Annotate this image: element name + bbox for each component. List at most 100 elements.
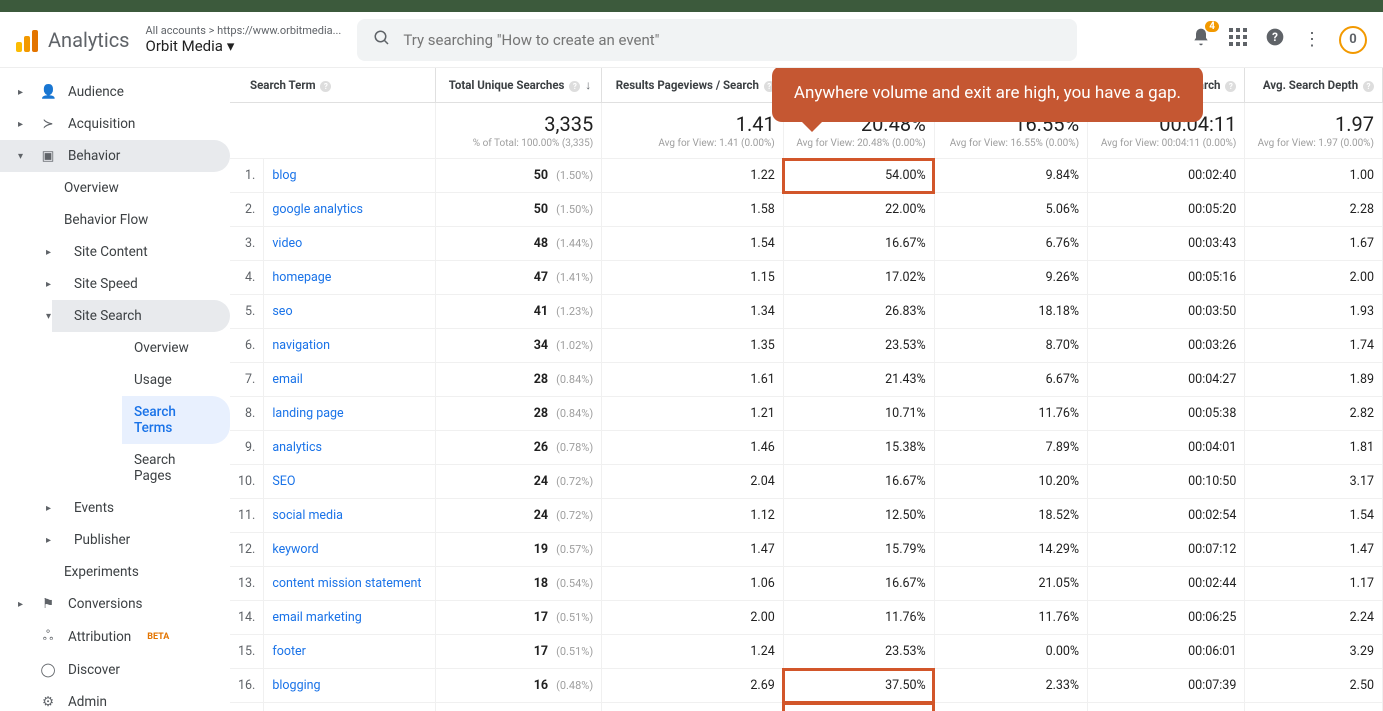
sidebar-item-discover[interactable]: ◯Discover <box>0 654 230 686</box>
cell-exits: 17.02% <box>783 261 934 295</box>
col-depth[interactable]: Avg. Search Depth ? <box>1245 68 1383 103</box>
notifications-icon[interactable]: 4 <box>1191 27 1211 52</box>
conversions-icon: ⚑ <box>40 596 56 612</box>
sidebar-item-acquisition[interactable]: ▸≻Acquisition <box>0 108 230 140</box>
analytics-logo-icon <box>16 28 40 52</box>
search-term-link[interactable]: blogging <box>264 669 435 703</box>
sidebar-sub-behavior-flow[interactable]: Behavior Flow <box>52 204 230 236</box>
search-term-link[interactable]: footer <box>264 635 435 669</box>
cell-pageviews: 1.21 <box>602 397 784 431</box>
cell-depth: 2.50 <box>1245 669 1383 703</box>
cell-exits: 15.79% <box>783 533 934 567</box>
search-term-link[interactable]: google analytics <box>264 193 435 227</box>
svg-text:?: ? <box>1272 30 1278 44</box>
discover-icon: ◯ <box>40 662 56 678</box>
sidebar-sub-site-search[interactable]: ▾Site Search <box>52 300 230 332</box>
search-term-link[interactable]: analytics <box>264 431 435 465</box>
cell-pageviews: 1.24 <box>602 635 784 669</box>
cell-time: 00:01:53 <box>1088 703 1245 711</box>
cell-pageviews: 1.58 <box>602 193 784 227</box>
cell-searches: 50(1.50%) <box>435 159 602 193</box>
sidebar-sub2-search-pages[interactable]: Search Pages <box>122 444 230 492</box>
logo[interactable]: Analytics <box>16 28 130 52</box>
cell-pageviews: 1.22 <box>602 159 784 193</box>
search-term-link[interactable]: video <box>264 227 435 261</box>
avatar[interactable]: 0 <box>1339 26 1367 54</box>
row-index: 14. <box>230 601 264 635</box>
sidebar-sub-events[interactable]: ▸Events <box>52 492 230 524</box>
cell-time: 00:10:50 <box>1088 465 1245 499</box>
row-index: 12. <box>230 533 264 567</box>
sidebar-sub-publisher[interactable]: ▸Publisher <box>52 524 230 556</box>
help-icon[interactable]: ? <box>1265 27 1285 52</box>
notification-badge: 4 <box>1205 21 1219 32</box>
search-term-link[interactable]: seo <box>264 295 435 329</box>
cell-refinements: 6.67% <box>934 363 1087 397</box>
cell-time: 00:05:16 <box>1088 261 1245 295</box>
search-term-link[interactable]: email marketing <box>264 601 435 635</box>
cell-pageviews: 1.47 <box>602 533 784 567</box>
col-total-searches[interactable]: Total Unique Searches ? ↓ <box>435 68 602 103</box>
search-term-link[interactable]: social media <box>264 499 435 533</box>
row-index: 9. <box>230 431 264 465</box>
cell-exits: 37.50% <box>783 703 934 711</box>
search-term-link[interactable]: keyword <box>264 533 435 567</box>
sidebar-item-behavior[interactable]: ▾▣Behavior <box>0 140 230 172</box>
cell-refinements: 14.29% <box>934 533 1087 567</box>
search-input[interactable] <box>403 31 1061 49</box>
cell-exits: 12.50% <box>783 499 934 533</box>
cell-exits: 37.50% <box>783 669 934 703</box>
table-row: 5. seo 41(1.23%) 1.34 26.83% 18.18% 00:0… <box>230 295 1383 329</box>
search-term-link[interactable]: landing page <box>264 397 435 431</box>
sidebar-item-audience[interactable]: ▸👤Audience <box>0 76 230 108</box>
search-term-link[interactable]: Seo <box>264 703 435 711</box>
search-term-link[interactable]: content mission statement <box>264 567 435 601</box>
sidebar-item-admin[interactable]: ⚙Admin <box>0 686 230 711</box>
more-icon[interactable]: ⋮ <box>1303 29 1321 50</box>
sidebar-sub2-search-terms[interactable]: Search Terms <box>122 396 230 444</box>
apps-icon[interactable] <box>1229 28 1247 51</box>
cell-depth: 1.00 <box>1245 159 1383 193</box>
sidebar-sub2-overview[interactable]: Overview <box>122 332 230 364</box>
sidebar-item-attribution[interactable]: ஃAttributionBETA <box>0 620 230 654</box>
row-index: 7. <box>230 363 264 397</box>
cell-exits: 23.53% <box>783 635 934 669</box>
cell-time: 00:02:44 <box>1088 567 1245 601</box>
cell-searches: 41(1.23%) <box>435 295 602 329</box>
sidebar-sub-overview[interactable]: Overview <box>52 172 230 204</box>
sort-down-icon: ↓ <box>585 78 591 92</box>
sidebar-item-conversions[interactable]: ▸⚑Conversions <box>0 588 230 620</box>
cell-searches: 26(0.78%) <box>435 431 602 465</box>
acquisition-icon: ≻ <box>40 116 56 132</box>
cell-refinements: 9.26% <box>934 261 1087 295</box>
search-term-link[interactable]: navigation <box>264 329 435 363</box>
table-row: 15. footer 17(0.51%) 1.24 23.53% 0.00% 0… <box>230 635 1383 669</box>
search-term-link[interactable]: blog <box>264 159 435 193</box>
row-index: 17. <box>230 703 264 711</box>
cell-refinements: 18.18% <box>934 295 1087 329</box>
cell-pageviews: 1.38 <box>602 703 784 711</box>
sidebar-sub-site-speed[interactable]: ▸Site Speed <box>52 268 230 300</box>
col-pageviews[interactable]: Results Pageviews / Search ? <box>602 68 784 103</box>
col-search-term[interactable]: Search Term ? <box>230 68 435 103</box>
search-term-link[interactable]: SEO <box>264 465 435 499</box>
cell-depth: 1.89 <box>1245 363 1383 397</box>
cell-exits: 16.67% <box>783 567 934 601</box>
account-selector[interactable]: All accounts > https://www.orbitmedia...… <box>146 24 342 55</box>
sidebar-sub-experiments[interactable]: Experiments <box>52 556 230 588</box>
search-term-link[interactable]: email <box>264 363 435 397</box>
cell-searches: 47(1.41%) <box>435 261 602 295</box>
cell-pageviews: 1.34 <box>602 295 784 329</box>
cell-searches: 19(0.57%) <box>435 533 602 567</box>
table-row: 14. email marketing 17(0.51%) 2.00 11.76… <box>230 601 1383 635</box>
search-term-link[interactable]: homepage <box>264 261 435 295</box>
sidebar-sub-site-content[interactable]: ▸Site Content <box>52 236 230 268</box>
cell-exits: 11.76% <box>783 601 934 635</box>
sidebar-sub2-usage[interactable]: Usage <box>122 364 230 396</box>
content: Anywhere volume and exit are high, you h… <box>230 68 1383 711</box>
cell-time: 00:03:43 <box>1088 227 1245 261</box>
cell-pageviews: 1.35 <box>602 329 784 363</box>
cell-refinements: 0.00% <box>934 635 1087 669</box>
search-bar[interactable] <box>357 19 1077 61</box>
row-index: 3. <box>230 227 264 261</box>
